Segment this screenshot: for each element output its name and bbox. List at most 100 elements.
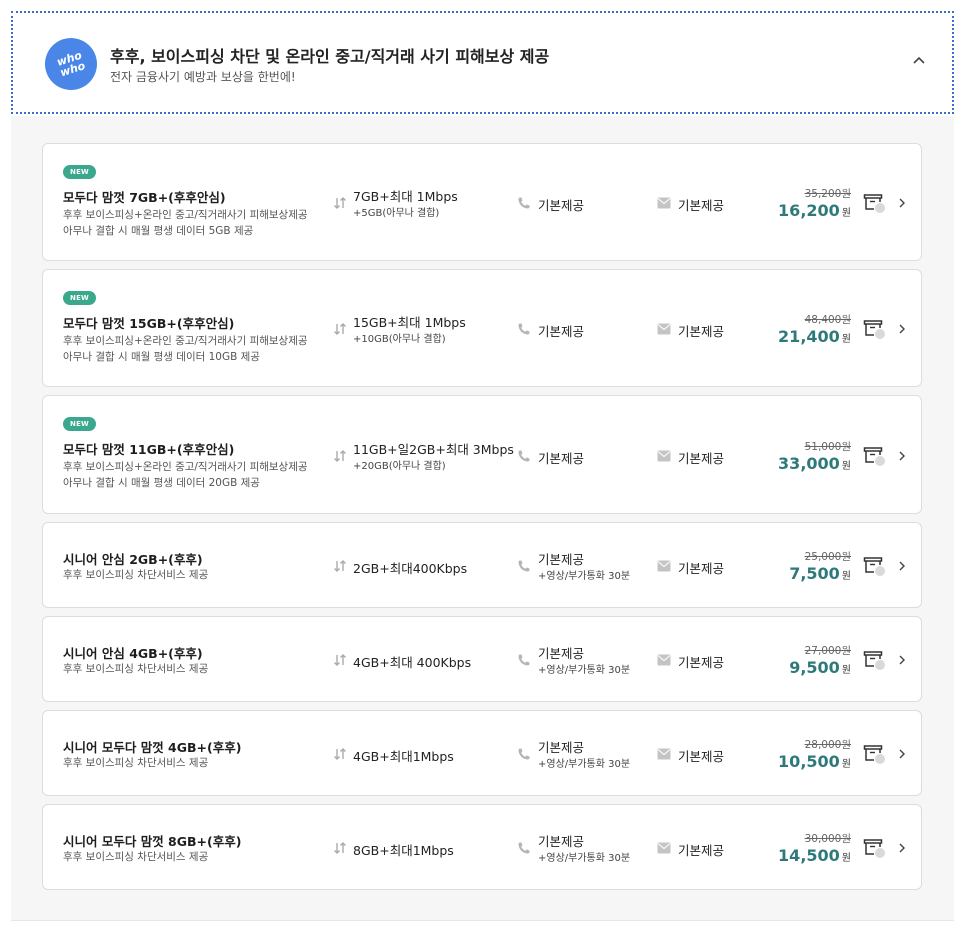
discounted-price: 9,500 원 — [789, 658, 851, 677]
price-value: 14,500 — [778, 846, 840, 865]
call-allowance: 기본제공 — [538, 198, 585, 213]
data-arrows-icon — [334, 842, 346, 854]
chevron-right-icon[interactable] — [897, 654, 907, 666]
chevron-right-icon[interactable] — [897, 842, 907, 854]
data-amount: 2GB+최대400Kbps — [353, 561, 468, 576]
price-value: 33,000 — [778, 453, 840, 473]
message-allowance: 기본제공 — [678, 843, 725, 858]
compare-box-icon[interactable] — [863, 649, 887, 671]
compare-box-icon[interactable] — [863, 318, 887, 340]
compare-box-icon[interactable] — [863, 192, 887, 214]
price-unit: 원 — [841, 208, 851, 219]
chevron-up-icon[interactable] — [912, 53, 926, 67]
plan-card[interactable]: NEW 모두다 맘껏 11GB+(후후안심) 후후 보이스피싱+온라인 중고/직거래… — [42, 395, 922, 514]
envelope-icon — [657, 323, 671, 335]
call-allowance: 기본제공 — [538, 740, 585, 755]
original-price: 48,400원 — [804, 314, 851, 326]
discounted-price: 7,500 원 — [789, 564, 851, 583]
compare-box-icon[interactable] — [863, 837, 887, 859]
message-allowance: 기본제공 — [678, 198, 725, 213]
call-allowance: 기본제공 — [538, 324, 585, 339]
phone-icon — [518, 197, 530, 209]
discounted-price: 21,400 원 — [778, 327, 851, 346]
compare-box-icon[interactable] — [863, 445, 887, 467]
data-bonus: +5GB(아무나 결합) — [353, 208, 440, 219]
call-allowance: 기본제공 — [538, 834, 585, 849]
discounted-price: 10,500 원 — [778, 752, 851, 771]
new-badge: NEW — [63, 291, 96, 305]
data-amount: 4GB+최대 400Kbps — [353, 655, 472, 670]
accordion-title: 후후, 보이스피싱 차단 및 온라인 중고/직거래 사기 피해보상 제공 — [110, 47, 550, 66]
call-extra: +영상/부가통화 30분 — [538, 759, 631, 770]
original-price: 30,000원 — [804, 833, 851, 845]
price-value: 21,400 — [778, 327, 840, 346]
accordion-header[interactable]: who who 후후, 보이스피싱 차단 및 온라인 중고/직거래 사기 피해보… — [11, 11, 954, 114]
data-amount: 11GB+일2GB+최대 3Mbps — [353, 441, 514, 457]
envelope-icon — [657, 842, 671, 854]
envelope-icon — [657, 560, 671, 572]
chevron-right-icon[interactable] — [897, 450, 907, 462]
plan-description: 후후 보이스피싱 차단서비스 제공 — [63, 757, 209, 769]
price-value: 16,200 — [778, 201, 840, 220]
envelope-icon — [657, 197, 671, 209]
data-amount: 8GB+최대1Mbps — [353, 843, 454, 858]
whowho-logo-icon: who who — [38, 31, 104, 97]
data-bonus: +10GB(아무나 결합) — [353, 334, 446, 345]
chevron-right-icon[interactable] — [897, 560, 907, 572]
plan-list: NEW 모두다 맘껏 7GB+(후후안심) 후후 보이스피싱+온라인 중고/직거래사… — [11, 116, 954, 921]
plan-card[interactable]: 시니어 안심 4GB+(후후) 후후 보이스피싱 차단서비스 제공 4GB+최대 4… — [42, 616, 922, 702]
phone-icon — [518, 323, 530, 335]
original-price: 28,000원 — [804, 739, 851, 751]
price-value: 9,500 — [789, 658, 840, 677]
call-extra: +영상/부가통화 30분 — [538, 571, 631, 582]
data-arrows-icon — [334, 560, 346, 572]
plan-card[interactable]: 시니어 안심 2GB+(후후) 후후 보이스피싱 차단서비스 제공 2GB+최대40… — [42, 522, 922, 608]
plan-description: 후후 보이스피싱 차단서비스 제공 — [63, 851, 209, 863]
plan-card[interactable]: 시니어 모두다 맘껏 8GB+(후후) 후후 보이스피싱 차단서비스 제공 8GB+… — [42, 804, 922, 890]
data-bonus: +20GB(아무나 결합) — [353, 460, 446, 472]
chevron-right-icon[interactable] — [897, 323, 907, 335]
call-extra: +영상/부가통화 30분 — [538, 853, 631, 864]
compare-box-icon[interactable] — [863, 555, 887, 577]
chevron-right-icon[interactable] — [897, 748, 907, 760]
price-unit: 원 — [841, 665, 851, 676]
phone-icon — [518, 654, 530, 666]
envelope-icon — [657, 654, 671, 666]
plan-description-2: 아무나 결합 시 매월 평생 데이터 20GB 제공 — [63, 477, 260, 489]
data-arrows-icon — [334, 197, 346, 209]
plan-card[interactable]: 시니어 모두다 맘껏 4GB+(후후) 후후 보이스피싱 차단서비스 제공 4GB+… — [42, 710, 922, 796]
compare-box-icon[interactable] — [863, 743, 887, 765]
phone-icon — [518, 560, 530, 572]
message-allowance: 기본제공 — [678, 561, 725, 576]
envelope-icon — [657, 748, 671, 760]
new-badge: NEW — [63, 165, 96, 179]
data-arrows-icon — [334, 654, 346, 666]
plan-card[interactable]: NEW 모두다 맘껏 15GB+(후후안심) 후후 보이스피싱+온라인 중고/직거래… — [42, 269, 922, 387]
original-price: 35,200원 — [804, 188, 851, 200]
data-amount: 15GB+최대 1Mbps — [353, 315, 466, 330]
price-value: 10,500 — [778, 752, 840, 771]
plan-description-2: 아무나 결합 시 매월 평생 데이터 5GB 제공 — [63, 225, 254, 237]
plan-description: 후후 보이스피싱 차단서비스 제공 — [63, 569, 209, 581]
data-amount: 7GB+최대 1Mbps — [353, 189, 458, 204]
message-allowance: 기본제공 — [678, 324, 725, 339]
envelope-icon — [657, 450, 671, 461]
original-price: 25,000원 — [804, 551, 851, 563]
price-unit: 원 — [841, 759, 851, 770]
plan-description: 후후 보이스피싱+온라인 중고/직거래사기 피해보상제공 — [63, 209, 308, 221]
discounted-price: 14,500 원 — [778, 846, 851, 865]
data-arrows-icon — [334, 748, 346, 760]
plan-card[interactable]: NEW 모두다 맘껏 7GB+(후후안심) 후후 보이스피싱+온라인 중고/직거래사… — [42, 143, 922, 261]
plan-name: 모두다 맘껏 11GB+(후후안심) — [63, 442, 235, 457]
discounted-price: 33,000 원 — [778, 454, 851, 473]
phone-icon — [518, 748, 530, 760]
price-unit: 원 — [841, 853, 851, 864]
data-arrows-icon — [334, 449, 346, 462]
data-arrows-icon — [334, 323, 346, 335]
discounted-price: 16,200 원 — [778, 201, 851, 220]
plan-name: 모두다 맘껏 15GB+(후후안심) — [63, 316, 235, 331]
message-allowance: 기본제공 — [678, 450, 725, 466]
call-extra: +영상/부가통화 30분 — [538, 665, 631, 676]
call-allowance: 기본제공 — [538, 646, 585, 661]
chevron-right-icon[interactable] — [897, 197, 907, 209]
